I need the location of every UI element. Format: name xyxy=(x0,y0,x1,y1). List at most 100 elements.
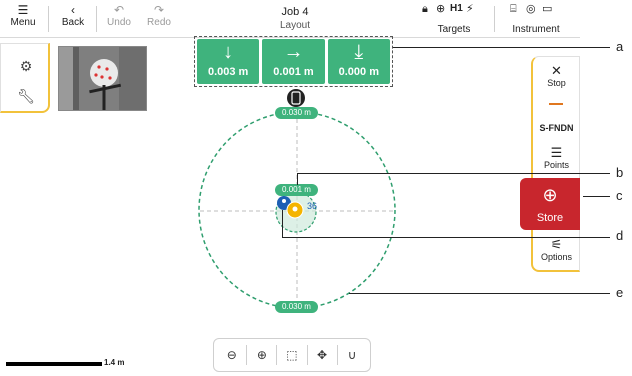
points-label: Points xyxy=(543,160,569,170)
right-tool-panel: ✕ Stop S-FNDN ☰ Points ⚟ Options xyxy=(531,56,580,272)
crosshair-target-icon: ⊕ xyxy=(542,185,558,205)
line-style-indicator xyxy=(549,103,563,105)
delta-tile-down[interactable]: ↓ 0.003 m xyxy=(197,39,260,84)
left-tool-panel: ⚙︎ 🔧︎ xyxy=(0,43,50,113)
target-pin-marker xyxy=(286,201,304,219)
code-label: S-FNDN xyxy=(539,123,574,133)
zoom-out-button[interactable]: ⊖ xyxy=(219,343,245,367)
callout-line-b-vertical xyxy=(297,173,298,185)
callout-label-b: b xyxy=(616,165,624,180)
zoom-in-button[interactable]: ⊕ xyxy=(249,343,275,367)
callout-label-a: a xyxy=(616,39,624,54)
callout-line-c xyxy=(583,196,610,197)
toolbar-divider xyxy=(96,6,97,32)
targets-label: Targets xyxy=(437,24,471,35)
view-settings-button[interactable]: ⚙︎ xyxy=(13,54,39,78)
battery-icon: ▭ xyxy=(542,3,553,15)
camera-thumbnail[interactable] xyxy=(58,46,147,111)
callout-line-e xyxy=(349,293,610,294)
code-button[interactable]: S-FNDN xyxy=(533,123,580,133)
undo-label: Undo xyxy=(107,17,131,28)
job-title: Job 4 xyxy=(281,6,309,18)
outer-tolerance-circle xyxy=(198,111,396,309)
menu-icon: ☰ xyxy=(17,3,29,17)
pan-icon: ✥ xyxy=(317,348,328,362)
targets-button[interactable]: 🔒︎ ⊕ H1 ⚡ Targets xyxy=(418,0,488,38)
delta-tile-right[interactable]: → 0.001 m xyxy=(262,39,325,84)
back-label: Back xyxy=(61,17,85,28)
callout-label-e: e xyxy=(616,285,624,300)
map-scale-label: 1.4 m xyxy=(104,358,125,367)
target-height-label: H1 xyxy=(450,3,463,14)
menu-button[interactable]: ☰ Menu xyxy=(6,3,40,28)
callout-label-d: d xyxy=(616,228,624,243)
magnet-icon: ∪ xyxy=(347,348,357,362)
view-settings-icon: ⚙︎ xyxy=(19,57,33,74)
map-toolbar: ⊖ ⊕ ⬚ ✥ ∪ xyxy=(213,338,371,372)
map-scale-bar xyxy=(6,362,102,366)
stop-button[interactable]: ✕ Stop xyxy=(533,63,580,88)
delta-down-value: 0.003 m xyxy=(207,66,249,78)
undo-button[interactable]: ↶ Undo xyxy=(104,3,134,28)
redo-button[interactable]: ↷ Redo xyxy=(144,3,174,28)
target-circle-icon: ◎ xyxy=(526,3,536,15)
signal-off-icon: ⚡ xyxy=(466,3,474,15)
height-down-icon: ⤓ xyxy=(354,41,364,63)
redo-icon: ↷ xyxy=(153,3,165,17)
callout-line-d-vertical xyxy=(282,210,283,237)
toolbar-divider xyxy=(494,6,495,32)
zoom-out-icon: ⊖ xyxy=(226,348,237,362)
options-button[interactable]: ⚟ Options xyxy=(533,237,580,262)
instrument-button[interactable]: ⌸ ◎ ▭ Instrument xyxy=(502,0,574,38)
zoom-window-button[interactable]: ⬚ xyxy=(279,343,305,367)
stakeout-deltas: ↓ 0.003 m → 0.001 m ⤓ 0.000 m xyxy=(194,36,393,87)
camera-image xyxy=(59,47,146,110)
list-icon: ☰ xyxy=(550,145,563,160)
arrow-down-icon: ↓ xyxy=(223,41,234,63)
callout-line-a xyxy=(393,47,610,48)
map-toolbar-divider xyxy=(276,345,278,365)
stop-label: Stop xyxy=(547,78,566,88)
delta-right-value: 0.001 m xyxy=(273,66,314,78)
delta-tile-height[interactable]: ⤓ 0.000 m xyxy=(327,39,390,84)
inner-tolerance-label: 0.001 m xyxy=(282,185,311,194)
top-toolbar: ☰ Menu ‹ Back ↶ Undo ↷ Redo Job 4 Layout… xyxy=(0,0,580,38)
arrow-right-icon: → xyxy=(283,41,304,63)
zoom-in-icon: ⊕ xyxy=(256,348,267,362)
options-label: Options xyxy=(540,252,573,262)
points-button[interactable]: ☰ Points xyxy=(533,145,580,170)
prism-lock-icon: 🔒︎ xyxy=(422,3,428,15)
instrument-marker xyxy=(287,89,305,107)
tools-button[interactable]: 🔧︎ xyxy=(13,84,39,108)
delta-height-value: 0.000 m xyxy=(338,66,379,78)
target-prism-icon: ⊕ xyxy=(436,3,446,15)
callout-line-b xyxy=(297,173,610,174)
map-toolbar-divider xyxy=(306,345,308,365)
pan-button[interactable]: ✥ xyxy=(309,343,335,367)
snap-button[interactable]: ∪ xyxy=(339,343,365,367)
job-title-button[interactable]: Job 4 Layout xyxy=(250,6,340,32)
store-label: Store xyxy=(536,212,564,224)
back-button[interactable]: ‹ Back xyxy=(58,3,88,28)
outer-tolerance-top-label: 0.030 m xyxy=(282,108,311,117)
redo-label: Redo xyxy=(147,17,171,28)
wrench-icon: 🔧︎ xyxy=(17,87,35,104)
toolbar-divider xyxy=(48,6,49,32)
sliders-icon: ⚟ xyxy=(550,237,563,252)
zoom-window-icon: ⬚ xyxy=(286,348,298,362)
rover-marker xyxy=(277,196,291,210)
close-icon: ✕ xyxy=(551,63,562,78)
outer-tolerance-bottom-label: 0.030 m xyxy=(282,302,311,311)
map-toolbar-divider xyxy=(246,345,248,365)
instrument-icon: ⌸ xyxy=(510,3,517,15)
job-subtitle: Layout xyxy=(279,20,311,31)
instrument-label: Instrument xyxy=(512,24,560,35)
callout-line-d xyxy=(282,237,610,238)
callout-label-c: c xyxy=(616,188,623,203)
undo-icon: ↶ xyxy=(113,3,125,17)
menu-label: Menu xyxy=(10,17,36,28)
map-toolbar-divider xyxy=(336,345,338,365)
chevron-left-icon: ‹ xyxy=(71,3,75,17)
store-button[interactable]: ⊕ Store xyxy=(520,178,580,230)
point-number-label: 36 xyxy=(307,201,318,211)
